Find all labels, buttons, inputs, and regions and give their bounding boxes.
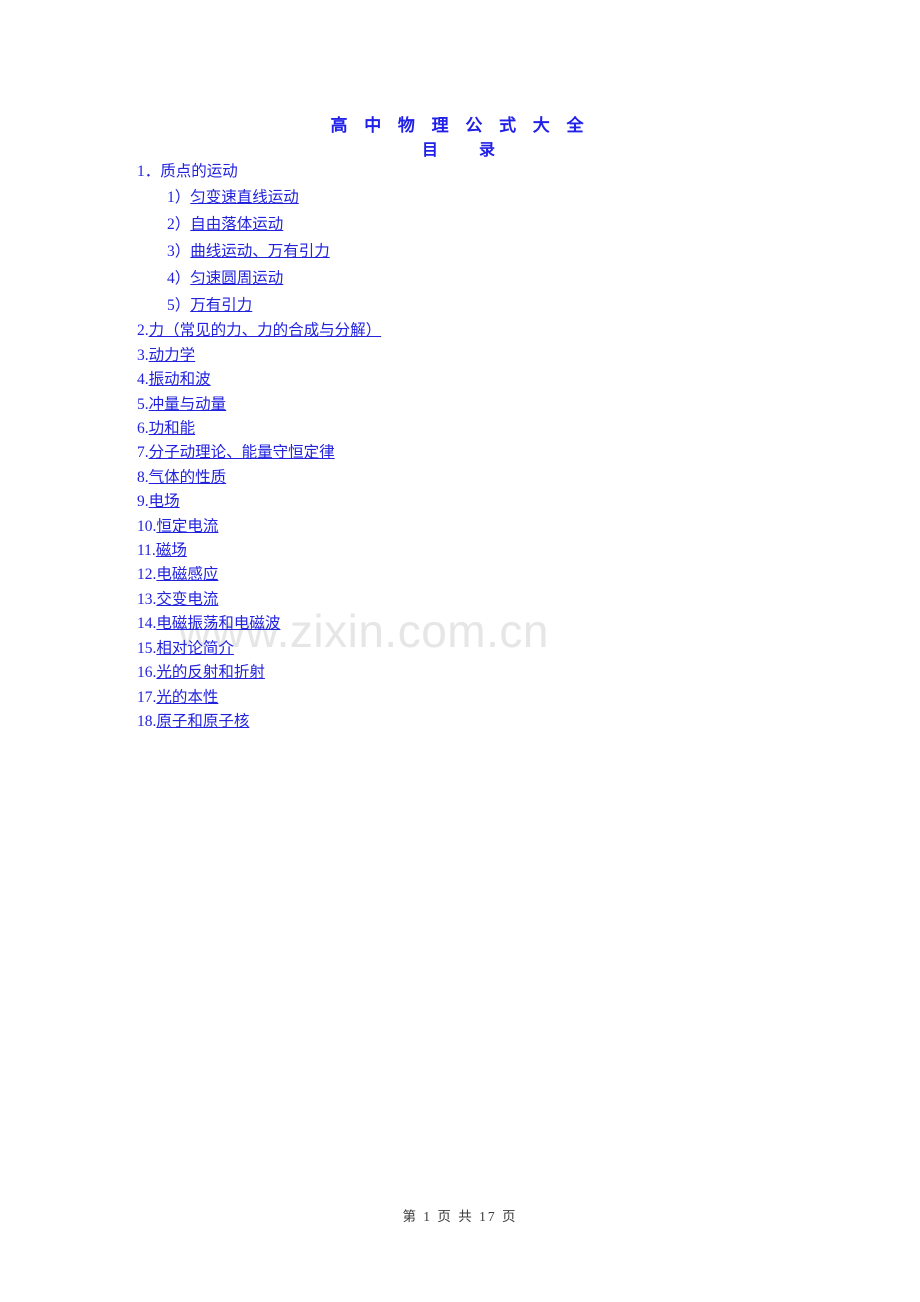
toc-entry[interactable]: 17.光的本性 — [137, 686, 837, 710]
toc-entry-number: 2） — [167, 216, 191, 234]
toc-entry-number: 5） — [167, 297, 191, 315]
toc-entry-number: 2. — [137, 322, 149, 340]
toc-entry[interactable]: 4.振动和波 — [137, 368, 837, 392]
toc-entry-link[interactable]: 原子和原子核 — [156, 713, 249, 730]
toc-entry-link[interactable]: 恒定电流 — [156, 518, 218, 535]
toc-entry-number: 12. — [137, 566, 157, 584]
toc-entry-link[interactable]: 曲线运动、万有引力 — [190, 243, 330, 260]
page-title: 高 中 物 理 公 式 大 全 — [330, 116, 590, 135]
toc-entry[interactable]: 3）曲线运动、万有引力 — [137, 238, 837, 265]
toc-entry-number: 11. — [137, 542, 156, 560]
toc-entry[interactable]: 4）匀速圆周运动 — [137, 265, 837, 292]
toc-entry-number: 6. — [137, 420, 149, 438]
toc-entry-link[interactable]: 电磁感应 — [156, 566, 218, 583]
toc-entry-number: 15. — [137, 639, 157, 657]
toc-entry-label: 质点的运动 — [160, 163, 238, 180]
toc-entry-number: 17. — [137, 688, 157, 706]
toc-entry[interactable]: 18.原子和原子核 — [137, 710, 837, 734]
toc-entry-link[interactable]: 电场 — [149, 493, 180, 510]
toc-entry-number: 3. — [137, 346, 149, 364]
toc-entry[interactable]: 6.功和能 — [137, 417, 837, 441]
toc-entry-link[interactable]: 自由落体运动 — [190, 216, 283, 233]
toc-entry-link[interactable]: 功和能 — [149, 420, 196, 437]
toc-entry-number: 4） — [167, 270, 191, 288]
toc-entry[interactable]: 9.电场 — [137, 490, 837, 514]
toc-entry[interactable]: 12.电磁感应 — [137, 563, 837, 587]
document-page: www.zixin.com.cn 高 中 物 理 公 式 大 全 目 录 1．质… — [0, 0, 920, 1302]
toc-entry-number: 10. — [137, 517, 157, 535]
toc-entry-link[interactable]: 动力学 — [149, 347, 196, 364]
toc-entry-number: 9. — [137, 493, 149, 511]
toc-entry-number: 5. — [137, 395, 149, 413]
table-of-contents: 1．质点的运动 1）匀变速直线运动 2）自由落体运动 3）曲线运动、万有引力 4）匀速圆… — [137, 160, 837, 734]
toc-entry-link[interactable]: 相对论简介 — [156, 640, 234, 657]
toc-entry-number: 8. — [137, 468, 149, 486]
toc-entry[interactable]: 7.分子动理论、能量守恒定律 — [137, 441, 837, 465]
toc-entry[interactable]: 2）自由落体运动 — [137, 211, 837, 238]
toc-entry-link[interactable]: 冲量与动量 — [149, 396, 227, 413]
toc-entry-link[interactable]: 匀速圆周运动 — [190, 270, 283, 287]
toc-entry-link[interactable]: 振动和波 — [149, 371, 211, 388]
toc-entry[interactable]: 5.冲量与动量 — [137, 393, 837, 417]
toc-entry-number: 16. — [137, 664, 157, 682]
toc-entry-link[interactable]: 匀变速直线运动 — [190, 189, 299, 206]
toc-entry[interactable]: 5）万有引力 — [137, 292, 837, 319]
toc-entry[interactable]: 8.气体的性质 — [137, 466, 837, 490]
toc-entry-number: 1） — [167, 189, 191, 207]
toc-entry[interactable]: 2.力（常见的力、力的合成与分解） — [137, 319, 837, 343]
toc-entry[interactable]: 10.恒定电流 — [137, 515, 837, 539]
toc-entry-number: 13. — [137, 590, 157, 608]
toc-entry-link[interactable]: 交变电流 — [156, 591, 218, 608]
toc-entry-link[interactable]: 力（常见的力、力的合成与分解） — [149, 322, 382, 339]
toc-entry: 1．质点的运动 — [137, 160, 837, 184]
toc-entry[interactable]: 13.交变电流 — [137, 588, 837, 612]
toc-entry[interactable]: 11.磁场 — [137, 539, 837, 563]
toc-entry-link[interactable]: 光的本性 — [156, 689, 218, 706]
page-subtitle: 目 录 — [421, 142, 498, 159]
toc-entry-link[interactable]: 电磁振荡和电磁波 — [156, 615, 280, 632]
toc-entry-link[interactable]: 光的反射和折射 — [156, 664, 265, 681]
toc-entry-number: 18. — [137, 712, 157, 730]
toc-entry[interactable]: 16.光的反射和折射 — [137, 661, 837, 685]
toc-entry-number: 7. — [137, 444, 149, 462]
toc-entry-link[interactable]: 万有引力 — [190, 297, 252, 314]
toc-entry-link[interactable]: 分子动理论、能量守恒定律 — [149, 444, 335, 461]
toc-entry[interactable]: 1）匀变速直线运动 — [137, 184, 837, 211]
toc-entry[interactable]: 14.电磁振荡和电磁波 — [137, 612, 837, 636]
toc-entry[interactable]: 3.动力学 — [137, 344, 837, 368]
page-footer: 第 1 页 共 17 页 — [402, 1209, 518, 1224]
toc-entry-number: 3） — [167, 243, 191, 261]
toc-entry-link[interactable]: 磁场 — [156, 542, 187, 559]
toc-entry-number: 4. — [137, 371, 149, 389]
toc-entry[interactable]: 15.相对论简介 — [137, 637, 837, 661]
toc-entry-number: 1． — [137, 163, 161, 180]
toc-entry-link[interactable]: 气体的性质 — [149, 469, 227, 486]
toc-entry-number: 14. — [137, 615, 157, 633]
